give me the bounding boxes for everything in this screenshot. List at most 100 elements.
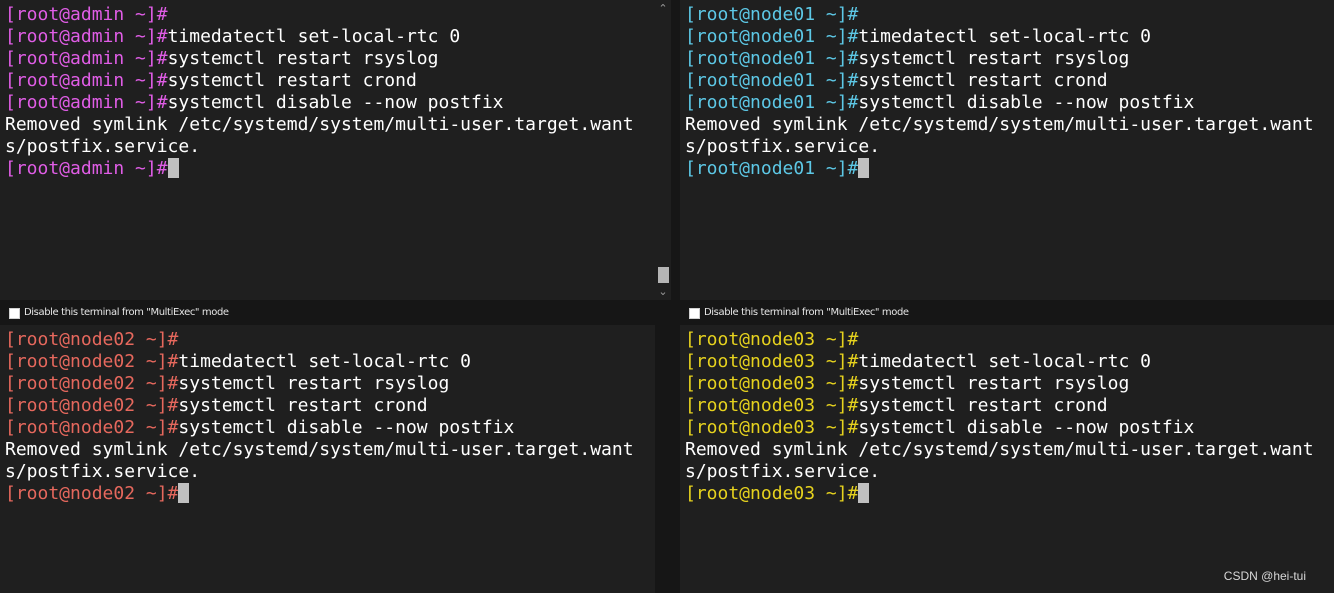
shell-prompt: [root@node03 ~]# — [685, 483, 859, 504]
shell-output: s/postfix.service. — [5, 136, 201, 157]
shell-prompt: [root@admin ~]# — [5, 70, 168, 91]
multiexec-label: Disable this terminal from "MultiExec" m… — [24, 307, 229, 318]
shell-command: systemctl disable --now postfix — [178, 417, 515, 438]
chevron-up-icon[interactable]: ⌃ — [655, 2, 671, 16]
multiexec-label: Disable this terminal from "MultiExec" m… — [704, 307, 909, 318]
multiexec-checkbox[interactable] — [689, 308, 700, 319]
terminal-line: [root@admin ~]#systemctl disable --now p… — [5, 92, 634, 114]
shell-prompt: [root@node02 ~]# — [5, 351, 179, 372]
terminal-line: [root@node02 ~]#timedatectl set-local-rt… — [5, 351, 634, 373]
terminal-pane-node01[interactable]: [root@node01 ~]# [root@node01 ~]#timedate… — [680, 0, 1334, 300]
shell-output: Removed symlink /etc/systemd/system/mult… — [5, 114, 634, 135]
scrollbar-thumb[interactable] — [658, 267, 669, 283]
shell-prompt: [root@node01 ~]# — [685, 70, 859, 91]
shell-command: systemctl restart rsyslog — [858, 373, 1130, 394]
shell-command: timedatectl set-local-rtc 0 — [858, 26, 1151, 47]
terminal-line: [root@node03 ~]#timedatectl set-local-rt… — [685, 351, 1314, 373]
shell-prompt: [root@node03 ~]# — [685, 417, 859, 438]
terminal-pane-admin[interactable]: [root@admin ~]# [root@admin ~]#timedatect… — [0, 0, 655, 300]
terminal-output-node02[interactable]: [root@node02 ~]# [root@node02 ~]#timedate… — [5, 329, 634, 505]
multiexec-bar-left: Disable this terminal from "MultiExec" m… — [0, 302, 655, 324]
shell-command: systemctl disable --now postfix — [858, 417, 1195, 438]
shell-prompt: [root@admin ~]# — [5, 26, 168, 47]
shell-prompt: [root@node02 ~]# — [5, 329, 179, 350]
shell-prompt: [root@admin ~]# — [5, 92, 168, 113]
shell-output: s/postfix.service. — [685, 136, 881, 157]
shell-prompt: [root@node03 ~]# — [685, 351, 859, 372]
shell-prompt: [root@node03 ~]# — [685, 373, 859, 394]
watermark: CSDN @hei-tui — [1223, 569, 1306, 583]
terminal-line: [root@admin ~]#systemctl restart rsyslog — [5, 48, 634, 70]
terminal-line: [root@node01 ~]#timedatectl set-local-rt… — [685, 26, 1314, 48]
terminal-pane-node03[interactable]: [root@node03 ~]# [root@node03 ~]#timedate… — [680, 325, 1334, 593]
terminal-line: s/postfix.service. — [5, 136, 634, 158]
shell-prompt: [root@node01 ~]# — [685, 4, 859, 25]
shell-prompt: [root@node01 ~]# — [685, 26, 859, 47]
shell-output: s/postfix.service. — [685, 461, 881, 482]
terminal-output-node03[interactable]: [root@node03 ~]# [root@node03 ~]#timedate… — [685, 329, 1314, 505]
chevron-down-icon[interactable]: ⌄ — [655, 285, 671, 299]
terminal-line: [root@node01 ~]#systemctl disable --now … — [685, 92, 1314, 114]
shell-command: systemctl disable --now postfix — [167, 92, 504, 113]
terminal-output-admin[interactable]: [root@admin ~]# [root@admin ~]#timedatect… — [5, 4, 634, 180]
shell-command: systemctl restart rsyslog — [167, 48, 439, 69]
shell-command: systemctl restart rsyslog — [858, 48, 1130, 69]
terminal-line: [root@node01 ~]#systemctl restart crond — [685, 70, 1314, 92]
shell-output: s/postfix.service. — [5, 461, 201, 482]
terminal-line: s/postfix.service. — [685, 136, 1314, 158]
terminal-line: [root@admin ~]#timedatectl set-local-rtc… — [5, 26, 634, 48]
terminal-line: [root@node03 ~]#systemctl disable --now … — [685, 417, 1314, 439]
shell-command: timedatectl set-local-rtc 0 — [178, 351, 471, 372]
terminal-line: [root@node03 ~]#systemctl restart crond — [685, 395, 1314, 417]
shell-command: systemctl restart crond — [167, 70, 417, 91]
shell-prompt: [root@admin ~]# — [5, 4, 168, 25]
shell-output: Removed symlink /etc/systemd/system/mult… — [685, 439, 1314, 460]
shell-prompt: [root@node02 ~]# — [5, 395, 179, 416]
shell-prompt: [root@node01 ~]# — [685, 92, 859, 113]
terminal-line: s/postfix.service. — [5, 461, 634, 483]
terminal-line: [root@node03 ~]# — [685, 329, 1314, 351]
terminal-line: [root@node02 ~]#systemctl restart rsyslo… — [5, 373, 634, 395]
shell-prompt: [root@node01 ~]# — [685, 48, 859, 69]
terminal-line: Removed symlink /etc/systemd/system/mult… — [685, 439, 1314, 461]
terminal-line: [root@node03 ~]#systemctl restart rsyslo… — [685, 373, 1314, 395]
shell-command: systemctl restart crond — [858, 70, 1108, 91]
shell-prompt: [root@admin ~]# — [5, 158, 168, 179]
terminal-line: [root@node02 ~]# — [5, 329, 634, 351]
terminal-line: Removed symlink /etc/systemd/system/mult… — [5, 439, 634, 461]
terminal-line: [root@node02 ~]# — [5, 483, 634, 505]
multiexec-checkbox[interactable] — [9, 308, 20, 319]
terminal-line: [root@node01 ~]# — [685, 4, 1314, 26]
terminal-line: Removed symlink /etc/systemd/system/mult… — [5, 114, 634, 136]
text-cursor — [858, 483, 870, 503]
terminal-line: [root@node02 ~]#systemctl restart crond — [5, 395, 634, 417]
terminal-scrollbar[interactable]: ⌃ ⌄ — [655, 0, 671, 300]
shell-command: systemctl restart rsyslog — [178, 373, 450, 394]
shell-prompt: [root@node03 ~]# — [685, 395, 859, 416]
terminal-line: [root@node03 ~]# — [685, 483, 1314, 505]
shell-prompt: [root@admin ~]# — [5, 48, 168, 69]
shell-prompt: [root@node02 ~]# — [5, 373, 179, 394]
shell-command: timedatectl set-local-rtc 0 — [167, 26, 461, 47]
shell-output: Removed symlink /etc/systemd/system/mult… — [685, 114, 1314, 135]
shell-command: systemctl restart crond — [178, 395, 428, 416]
terminal-line: s/postfix.service. — [685, 461, 1314, 483]
terminal-line: Removed symlink /etc/systemd/system/mult… — [685, 114, 1314, 136]
shell-command: timedatectl set-local-rtc 0 — [858, 351, 1151, 372]
terminal-output-node01[interactable]: [root@node01 ~]# [root@node01 ~]#timedate… — [685, 4, 1314, 180]
terminal-line: [root@admin ~]# — [5, 158, 634, 180]
text-cursor — [178, 483, 190, 503]
shell-command: systemctl restart crond — [858, 395, 1108, 416]
terminal-line: [root@node02 ~]#systemctl disable --now … — [5, 417, 634, 439]
text-cursor — [858, 158, 870, 178]
terminal-pane-node02[interactable]: [root@node02 ~]# [root@node02 ~]#timedate… — [0, 325, 655, 593]
terminal-line: [root@admin ~]#systemctl restart crond — [5, 70, 634, 92]
terminal-line: [root@admin ~]# — [5, 4, 634, 26]
multiexec-bar-right: Disable this terminal from "MultiExec" m… — [680, 302, 1334, 324]
shell-command: systemctl disable --now postfix — [858, 92, 1195, 113]
shell-prompt: [root@node02 ~]# — [5, 417, 179, 438]
text-cursor — [167, 158, 179, 178]
terminal-line: [root@node01 ~]# — [685, 158, 1314, 180]
shell-prompt: [root@node03 ~]# — [685, 329, 859, 350]
shell-prompt: [root@node01 ~]# — [685, 158, 859, 179]
